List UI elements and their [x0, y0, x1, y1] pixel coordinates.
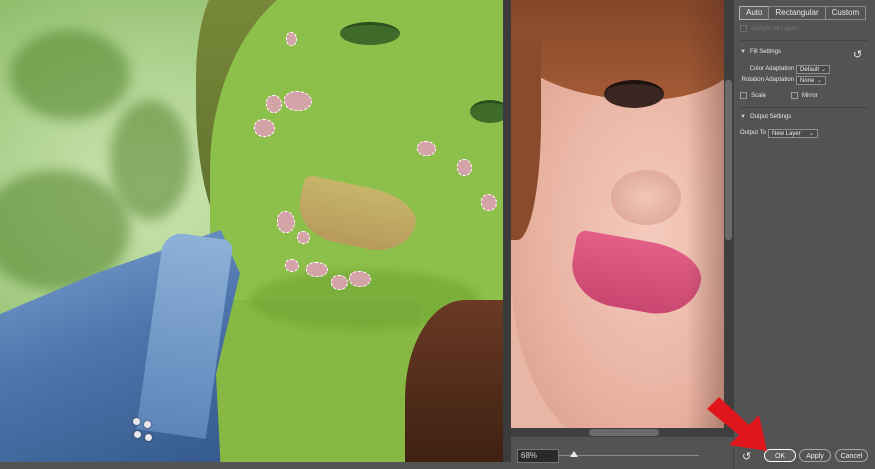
reset-fill-settings-icon[interactable]: ↺	[853, 48, 862, 61]
preview-shade	[686, 0, 724, 428]
chevron-down-icon: ▼	[740, 49, 746, 55]
red-arrow-icon	[707, 397, 767, 451]
background-foliage	[110, 100, 190, 220]
fill-selection-spot[interactable]	[266, 95, 282, 113]
scale-row[interactable]: Scale	[740, 92, 766, 99]
preview-eye	[604, 80, 664, 108]
chevron-down-icon: ⌄	[820, 67, 826, 73]
scrollbar-thumb[interactable]	[725, 80, 732, 240]
fill-selection-spot[interactable]	[331, 275, 348, 290]
sample-all-layers-row[interactable]: Sample All Layers	[740, 25, 799, 32]
output-to-label: Output To	[740, 130, 766, 136]
fill-preview[interactable]	[511, 0, 724, 428]
preview-vertical-scrollbar[interactable]	[724, 0, 733, 428]
red-arrow-shape	[707, 397, 767, 451]
fill-selection-spot[interactable]	[254, 119, 275, 137]
fill-selection-spot[interactable]	[284, 91, 312, 111]
color-adaptation-value: Default	[800, 67, 820, 73]
panel-divider[interactable]	[503, 0, 511, 462]
zoom-slider-thumb[interactable]	[570, 451, 578, 457]
scale-label: Scale	[751, 92, 767, 99]
zoom-slider-track[interactable]	[559, 455, 699, 456]
color-adaptation-dropdown[interactable]: Default ⌄	[796, 65, 830, 74]
mode-rectangular-button[interactable]: Rectangular	[768, 6, 826, 20]
scrollbar-thumb[interactable]	[589, 429, 659, 436]
fill-selection-spot[interactable]	[481, 194, 497, 211]
fill-selection-spot[interactable]	[306, 262, 328, 277]
color-adaptation-label: Color Adaptation	[749, 66, 794, 72]
rotation-adaptation-dropdown[interactable]: None ⌄	[796, 76, 826, 85]
sample-all-layers-checkbox[interactable]	[740, 25, 747, 32]
chevron-down-icon: ⌄	[808, 131, 814, 137]
rotation-adaptation-value: None	[800, 78, 815, 84]
zoom-input[interactable]: 68%	[517, 449, 559, 463]
fill-selection-spot[interactable]	[277, 211, 295, 233]
jacket-stud	[145, 434, 152, 441]
jacket-stud	[134, 431, 141, 438]
eye-right	[470, 100, 503, 123]
scale-checkbox[interactable]	[740, 92, 747, 99]
source-canvas[interactable]	[0, 0, 503, 462]
fill-settings-header[interactable]: ▼ Fill Settings	[740, 49, 781, 55]
cancel-button[interactable]: Cancel	[835, 449, 868, 462]
jacket-stud	[144, 421, 151, 428]
output-settings-header[interactable]: ▼ Output Settings	[740, 114, 791, 120]
sampling-area-options: Auto Rectangular Custom	[739, 6, 867, 20]
rotation-adaptation-label: Rotation Adaptation	[741, 77, 794, 83]
fill-selection-spot[interactable]	[457, 159, 472, 176]
mode-auto-button[interactable]: Auto	[739, 6, 770, 20]
chevron-down-icon: ▼	[740, 114, 746, 120]
mirror-row[interactable]: Mirror	[791, 92, 818, 99]
section-separator	[740, 107, 868, 108]
output-to-dropdown[interactable]: New Layer ⌄	[768, 129, 818, 138]
fill-selection-spot[interactable]	[285, 259, 299, 272]
mirror-label: Mirror	[802, 92, 818, 99]
preview-horizontal-scrollbar[interactable]	[511, 428, 733, 437]
section-separator	[740, 40, 868, 41]
zoom-controls: 68%	[511, 440, 733, 469]
output-settings-title: Output Settings	[749, 114, 792, 120]
background-foliage	[10, 30, 130, 120]
mirror-checkbox[interactable]	[791, 92, 798, 99]
apply-button[interactable]: Apply	[799, 449, 831, 462]
fill-selection-spot[interactable]	[417, 141, 436, 156]
fill-selection-spot[interactable]	[286, 32, 297, 46]
preview-nose	[611, 170, 681, 225]
fill-selection-spot[interactable]	[349, 271, 371, 287]
sample-all-layers-label: Sample All Layers	[751, 25, 800, 32]
fill-settings-title: Fill Settings	[749, 49, 781, 55]
output-to-value: New Layer	[772, 131, 801, 137]
jacket-stud	[133, 418, 140, 425]
fill-selection-spot[interactable]	[297, 231, 310, 244]
eye-left	[340, 22, 400, 45]
chevron-down-icon: ⌄	[816, 78, 822, 84]
mode-custom-button[interactable]: Custom	[824, 6, 867, 20]
